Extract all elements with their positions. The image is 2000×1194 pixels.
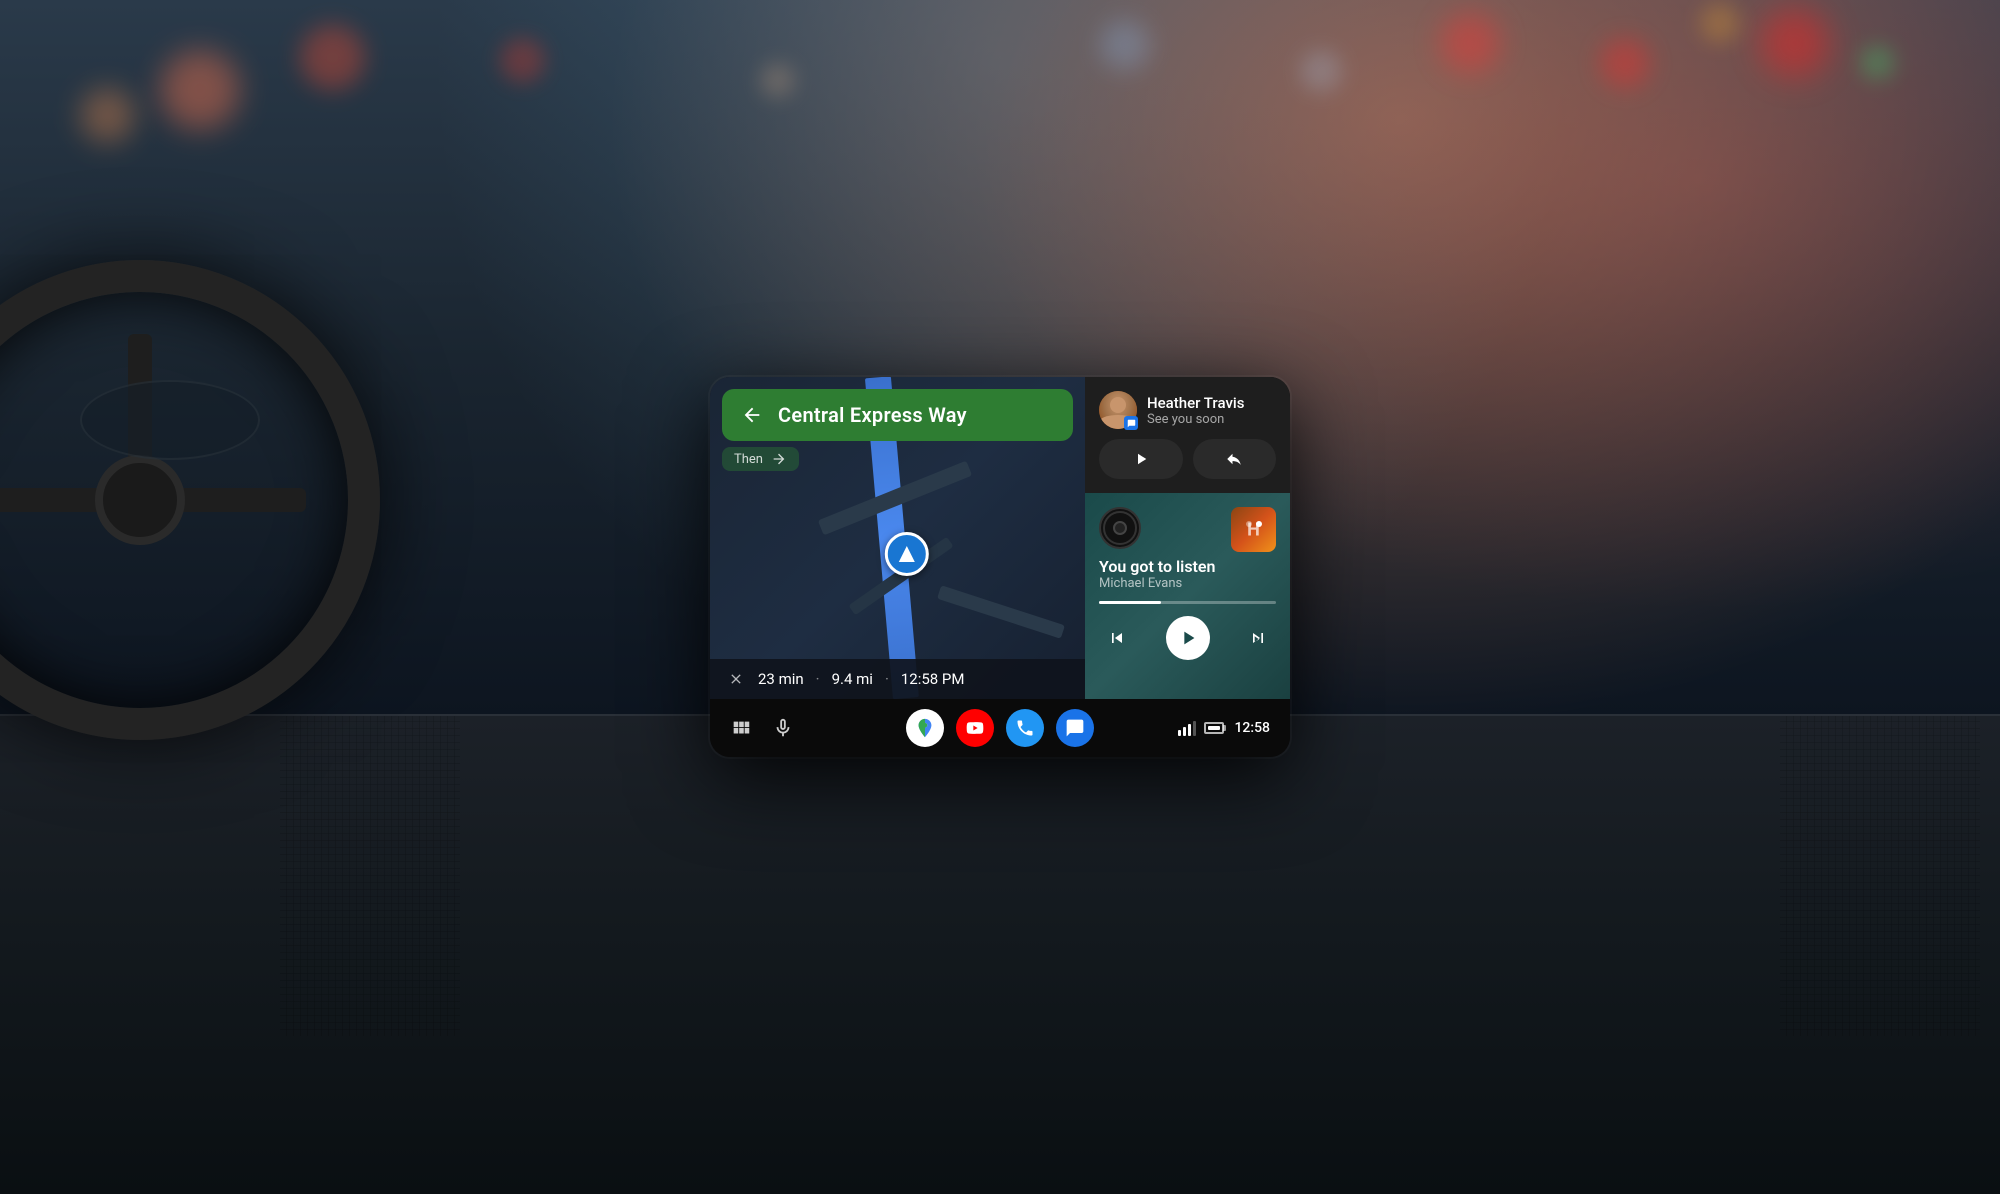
dashboard <box>0 714 2000 1194</box>
maps-app-button[interactable] <box>906 709 944 747</box>
bokeh-lights <box>0 0 2000 250</box>
right-panel: Heather Travis See you soon <box>1085 377 1290 699</box>
map-road-secondary-2 <box>937 585 1065 638</box>
signal-bar-3 <box>1188 724 1191 736</box>
music-controls <box>1099 616 1276 660</box>
song-title: You got to listen <box>1099 557 1276 576</box>
music-dot-1 <box>1246 521 1252 527</box>
play-pause-button[interactable] <box>1166 616 1210 660</box>
speaker-grille-right <box>1780 716 1980 1036</box>
street-name: Central Express Way <box>778 403 967 427</box>
music-progress-fill <box>1099 601 1161 604</box>
messages-app-button[interactable] <box>1056 709 1094 747</box>
direction-card[interactable]: Central Express Way <box>722 389 1073 441</box>
status-time: 12:58 <box>1234 720 1270 736</box>
bottom-left-controls <box>730 717 794 739</box>
previous-track-button[interactable] <box>1099 620 1135 656</box>
music-card: You got to listen Michael Evans <box>1085 493 1290 699</box>
music-icons-row <box>1099 507 1141 549</box>
message-info: Heather Travis See you soon <box>1147 394 1276 427</box>
eta-minutes: 23 min <box>758 670 804 688</box>
signal-bar-2 <box>1183 727 1186 736</box>
instrument-cluster <box>80 380 260 460</box>
message-header: Heather Travis See you soon <box>1099 391 1276 429</box>
navigation-panel: Central Express Way Then <box>710 377 1085 699</box>
youtube-app-button[interactable] <box>956 709 994 747</box>
eta-distance: 9.4 mi <box>832 670 873 688</box>
music-dot-2 <box>1256 521 1262 527</box>
music-pagination-dots <box>1246 521 1262 527</box>
android-auto-screen: Central Express Way Then <box>710 377 1290 757</box>
reply-message-button[interactable] <box>1193 439 1277 479</box>
eta-bar: 23 min · 9.4 mi · 12:58 PM <box>710 659 1085 699</box>
album-art <box>1231 507 1276 552</box>
nav-arrow-icon <box>898 546 914 562</box>
bottom-bar: 12:58 <box>710 699 1290 757</box>
apps-grid-button[interactable] <box>730 717 752 739</box>
eta-arrival-time: 12:58 PM <box>901 670 965 688</box>
battery-icon <box>1204 722 1224 734</box>
signal-strength <box>1178 720 1196 736</box>
signal-bar-4 <box>1193 721 1196 736</box>
message-actions <box>1099 439 1276 479</box>
message-preview: See you soon <box>1147 412 1276 427</box>
steering-hub <box>95 455 185 545</box>
direction-arrow-icon <box>738 401 766 429</box>
nav-position-marker <box>884 532 928 576</box>
status-bar: 12:58 <box>1178 720 1270 736</box>
avatar-container <box>1099 391 1137 429</box>
vinyl-record-icon <box>1099 507 1141 549</box>
contact-name: Heather Travis <box>1147 394 1276 412</box>
message-badge <box>1124 416 1138 430</box>
music-progress-bar[interactable] <box>1099 601 1276 604</box>
then-label: Then <box>734 452 763 467</box>
artist-name: Michael Evans <box>1099 576 1276 591</box>
direction-then: Then <box>722 447 799 471</box>
music-top-row <box>1099 507 1276 549</box>
message-card: Heather Travis See you soon <box>1085 377 1290 493</box>
bottom-center-apps <box>906 709 1094 747</box>
direction-bar: Central Express Way Then <box>710 377 1085 471</box>
microphone-button[interactable] <box>772 717 794 739</box>
speaker-grille-left <box>280 716 460 1036</box>
signal-bar-1 <box>1178 730 1181 736</box>
play-message-button[interactable] <box>1099 439 1183 479</box>
phone-app-button[interactable] <box>1006 709 1044 747</box>
next-track-button[interactable] <box>1240 620 1276 656</box>
close-navigation-icon[interactable] <box>726 669 746 689</box>
